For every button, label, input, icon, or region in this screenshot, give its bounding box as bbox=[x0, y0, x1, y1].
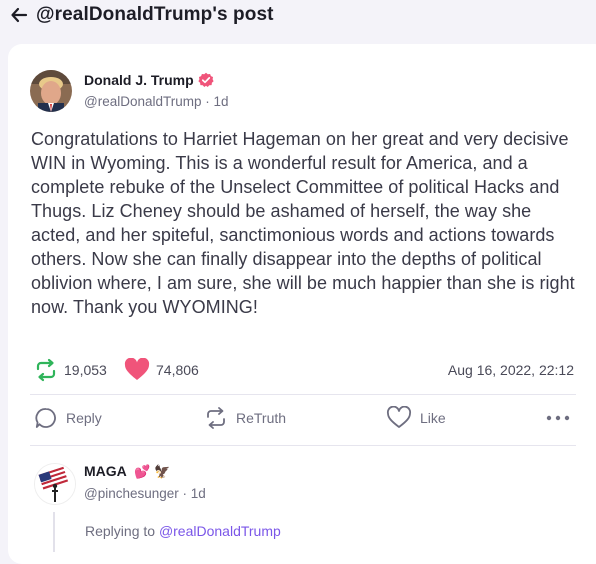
reply-avatar[interactable] bbox=[34, 463, 76, 505]
divider bbox=[30, 445, 576, 446]
reply-name-emojis: 💕 🦅 bbox=[134, 464, 171, 479]
reply-bubble-icon bbox=[35, 408, 56, 428]
more-dots-icon bbox=[546, 415, 570, 421]
back-button[interactable] bbox=[8, 4, 30, 26]
top-bar: @realDonaldTrump's post bbox=[0, 0, 596, 34]
retruth-button[interactable]: ReTruth bbox=[204, 406, 286, 430]
retruth-count-stat[interactable]: 19,053 bbox=[34, 358, 107, 382]
replying-to-mention[interactable]: @realDonaldTrump bbox=[159, 523, 281, 539]
more-options-button[interactable] bbox=[546, 414, 570, 422]
reply-label: Reply bbox=[66, 410, 102, 426]
post-stats: 19,053 74,806 Aug 16, 2022, 22:12 bbox=[34, 358, 574, 382]
author-handle[interactable]: @realDonaldTrump bbox=[84, 94, 202, 109]
retruth-count: 19,053 bbox=[64, 362, 107, 378]
retruth-icon bbox=[36, 358, 56, 382]
reply-age: 1d bbox=[190, 486, 206, 501]
heart-outline-icon bbox=[387, 406, 411, 428]
reply-author-row: MAGA 💕 🦅 bbox=[84, 463, 170, 480]
heart-icon bbox=[124, 358, 150, 380]
retruth-icon bbox=[207, 407, 225, 429]
page-title: @realDonaldTrump's post bbox=[36, 4, 274, 25]
post-timestamp: Aug 16, 2022, 22:12 bbox=[447, 362, 574, 378]
like-count: 74,806 bbox=[156, 362, 199, 378]
thread-line bbox=[53, 512, 55, 552]
replying-to-prefix: Replying to bbox=[85, 523, 159, 539]
like-label: Like bbox=[420, 410, 446, 426]
handle-separator: · bbox=[201, 94, 214, 109]
like-count-stat[interactable]: 74,806 bbox=[124, 358, 199, 382]
post-text: Congratulations to Harriet Hageman on he… bbox=[31, 129, 575, 317]
post-age: 1d bbox=[213, 94, 229, 109]
author-handle-line: @realDonaldTrump · 1d bbox=[84, 94, 229, 109]
like-button[interactable]: Like bbox=[386, 406, 446, 430]
author-name[interactable]: Donald J. Trump bbox=[84, 72, 194, 88]
reply-author-name[interactable]: MAGA bbox=[84, 463, 126, 479]
arrow-left-icon bbox=[11, 7, 28, 23]
reply-handle[interactable]: @pinchesunger bbox=[84, 486, 179, 501]
handle-separator: · bbox=[178, 486, 191, 501]
author-name-row: Donald J. Trump bbox=[84, 72, 214, 88]
retruth-label: ReTruth bbox=[236, 410, 287, 426]
replying-to: Replying to @realDonaldTrump bbox=[85, 523, 281, 539]
verified-badge-icon bbox=[198, 72, 214, 87]
author-avatar[interactable] bbox=[30, 70, 72, 112]
divider bbox=[30, 394, 576, 395]
reply-button[interactable]: Reply bbox=[34, 406, 102, 430]
reply-handle-line: @pinchesunger · 1d bbox=[84, 486, 206, 501]
